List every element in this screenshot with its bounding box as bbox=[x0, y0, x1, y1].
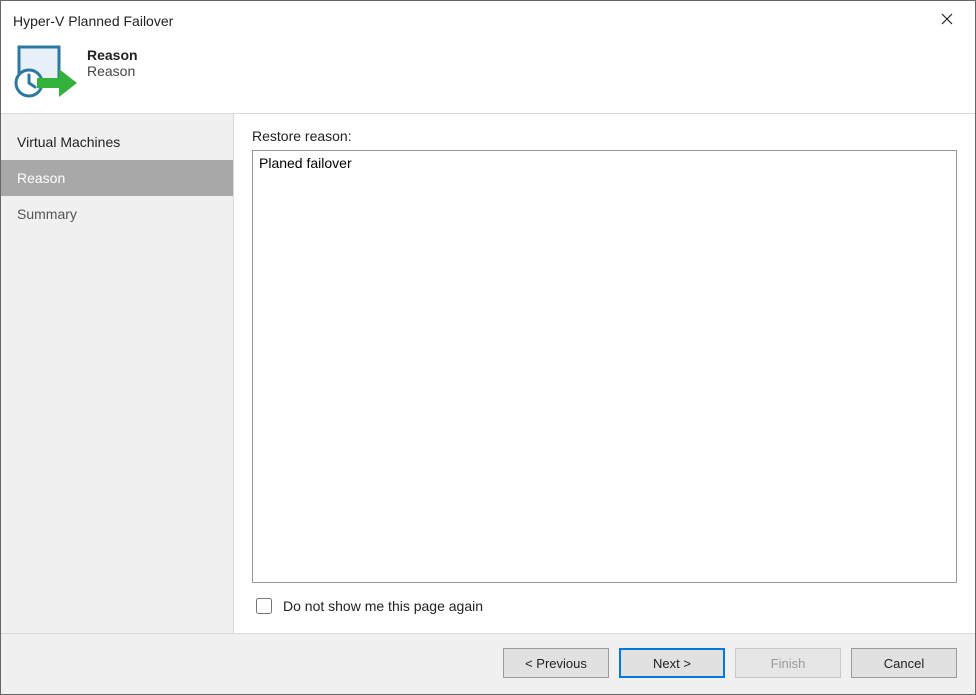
previous-button[interactable]: < Previous bbox=[503, 648, 609, 678]
window-title: Hyper-V Planned Failover bbox=[13, 13, 173, 29]
wizard-footer: < Previous Next > Finish Cancel bbox=[1, 633, 975, 694]
title-bar: Hyper-V Planned Failover bbox=[1, 1, 975, 39]
wizard-main-panel: Restore reason: Do not show me this page… bbox=[233, 114, 975, 633]
wizard-window: Hyper-V Planned Failover Reason Reason V… bbox=[0, 0, 976, 695]
wizard-header-text: Reason Reason bbox=[87, 43, 138, 79]
finish-button: Finish bbox=[735, 648, 841, 678]
page-title: Reason bbox=[87, 47, 138, 63]
page-subtitle: Reason bbox=[87, 63, 138, 79]
wizard-steps-sidebar: Virtual Machines Reason Summary bbox=[1, 114, 233, 633]
dont-show-again-checkbox[interactable] bbox=[256, 598, 272, 614]
sidebar-item-reason[interactable]: Reason bbox=[1, 160, 233, 196]
close-button[interactable] bbox=[927, 7, 967, 35]
restore-reason-label: Restore reason: bbox=[252, 128, 957, 144]
next-button[interactable]: Next > bbox=[619, 648, 725, 678]
restore-reason-input[interactable] bbox=[252, 150, 957, 583]
wizard-header: Reason Reason bbox=[1, 39, 975, 113]
cancel-button[interactable]: Cancel bbox=[851, 648, 957, 678]
wizard-body: Virtual Machines Reason Summary Restore … bbox=[1, 113, 975, 633]
failover-restore-icon bbox=[13, 43, 79, 101]
dont-show-again-row[interactable]: Do not show me this page again bbox=[252, 583, 957, 623]
close-icon bbox=[941, 12, 953, 30]
sidebar-item-summary[interactable]: Summary bbox=[1, 196, 233, 232]
dont-show-again-label: Do not show me this page again bbox=[283, 598, 483, 614]
sidebar-item-virtual-machines[interactable]: Virtual Machines bbox=[1, 124, 233, 160]
